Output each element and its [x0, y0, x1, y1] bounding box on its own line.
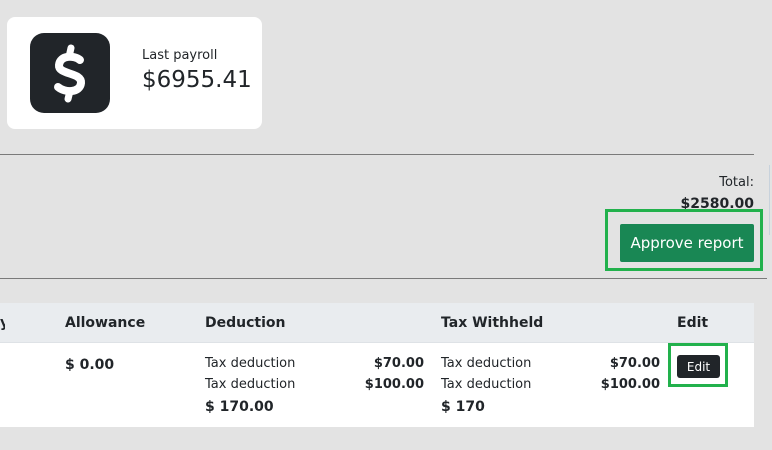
truncated-column-header: y — [0, 315, 5, 331]
allowance-value: $ 0.00 — [65, 357, 115, 373]
divider-top — [0, 154, 754, 155]
scrollbar-edge — [769, 165, 770, 235]
divider-bottom — [0, 278, 767, 279]
deduction-item-label: Tax deduction — [205, 377, 296, 392]
payroll-table: y Allowance Deduction Tax Withheld Edit … — [0, 303, 754, 427]
total-label: Total: — [719, 175, 754, 190]
deduction-item-amount: $70.00 — [373, 356, 424, 371]
last-payroll-card: Last payroll $6955.41 — [7, 17, 262, 129]
last-payroll-value: $6955.41 — [142, 67, 252, 93]
deduction-item-label: Tax deduction — [205, 356, 296, 371]
edit-button[interactable]: Edit — [677, 355, 720, 378]
approve-report-button[interactable]: Approve report — [620, 224, 754, 262]
edit-highlight: Edit — [668, 343, 728, 387]
tax-item-amount: $100.00 — [600, 377, 660, 392]
allowance-header: Allowance — [65, 315, 146, 331]
deduction-header: Deduction — [205, 315, 286, 331]
tax-item-amount: $70.00 — [609, 356, 660, 371]
deduction-item-amount: $100.00 — [364, 377, 424, 392]
last-payroll-label: Last payroll — [142, 48, 218, 63]
tax-item-label: Tax deduction — [441, 356, 532, 371]
approve-report-highlight: Approve report — [605, 209, 763, 271]
tax-item-label: Tax deduction — [441, 377, 532, 392]
dollar-sign-icon — [30, 33, 110, 113]
deduction-total: $ 170.00 — [205, 399, 274, 415]
tax-total: $ 170 — [441, 399, 485, 415]
tax-withheld-header: Tax Withheld — [441, 315, 544, 331]
edit-header: Edit — [677, 315, 709, 331]
table-header: y Allowance Deduction Tax Withheld Edit — [0, 303, 754, 343]
